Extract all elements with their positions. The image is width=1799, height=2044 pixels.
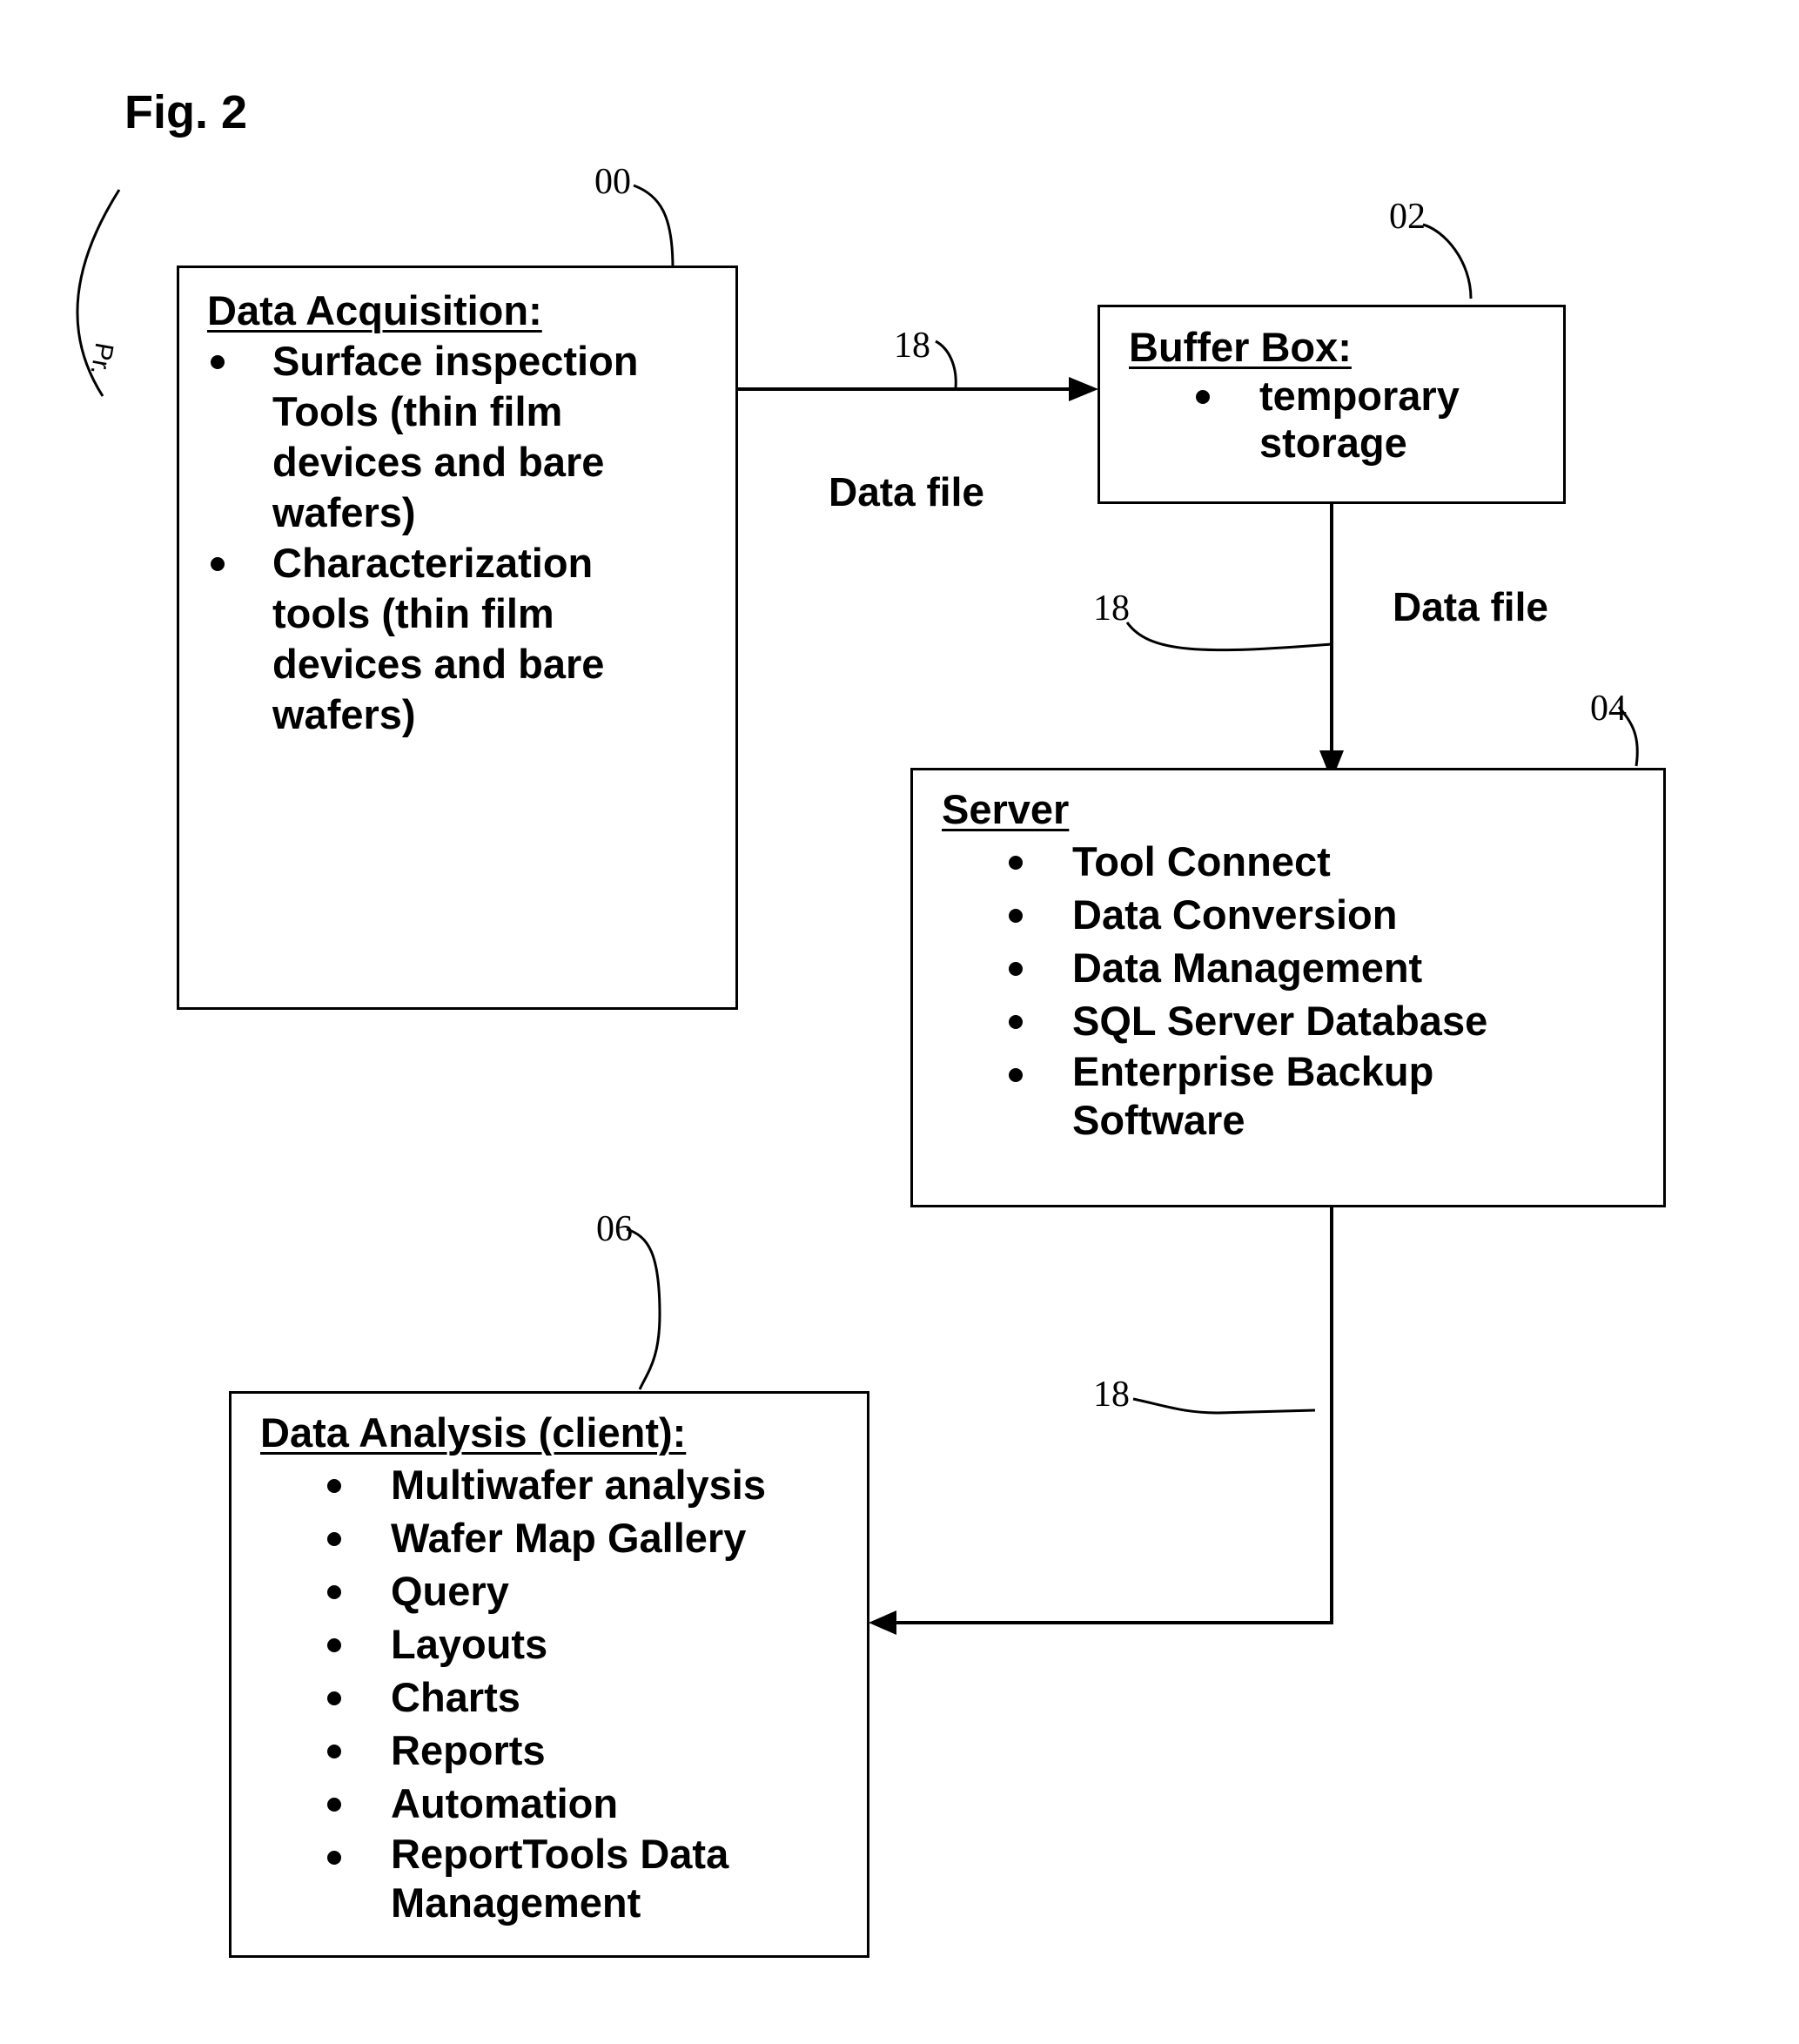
bullet-icon [327, 1585, 341, 1599]
ref-numeral-18-a: 18 [894, 326, 930, 366]
list-item: Query [260, 1564, 867, 1617]
flow-label-acq-buffer: Data file [829, 469, 984, 514]
box-title: Data Acquisition: [207, 287, 542, 333]
bullet-icon [327, 1798, 341, 1812]
list-item: temporary storage [1129, 373, 1460, 467]
server-box: Server Tool Connect Data Conversion Data… [910, 768, 1666, 1207]
list-item: Data Conversion [942, 888, 1663, 941]
list-item: Layouts [260, 1617, 867, 1671]
ref-numeral-06: 06 [596, 1209, 633, 1249]
data-acquisition-box: Data Acquisition: Surface inspection Too… [177, 266, 738, 1010]
ref-numeral-18-b: 18 [1093, 588, 1130, 629]
list-item: SQL Server Database [942, 994, 1663, 1047]
bullet-icon [1009, 1015, 1023, 1029]
item-list: Multiwafer analysis Wafer Map Gallery Qu… [260, 1458, 867, 1927]
bullet-icon [327, 1851, 341, 1865]
list-item: Charts [260, 1671, 867, 1724]
box-title: Server [942, 786, 1070, 832]
list-item: Wafer Map Gallery [260, 1511, 867, 1564]
leader-00 [633, 184, 675, 269]
bullet-icon [327, 1479, 341, 1493]
box-title: Buffer Box: [1129, 324, 1352, 370]
ref-numeral-00: 00 [594, 162, 631, 202]
leader-18-b [1125, 622, 1332, 652]
flow-label-buffer-server: Data file [1393, 584, 1548, 629]
list-item: Tool Connect [942, 835, 1663, 888]
list-item: Characterization tools (thin film device… [207, 538, 681, 740]
bullet-icon [1009, 962, 1023, 976]
list-item: Enterprise Backup Software [942, 1047, 1490, 1145]
data-analysis-box: Data Analysis (client): Multiwafer analy… [229, 1391, 869, 1958]
bullet-icon [1009, 909, 1023, 923]
bullet-icon [327, 1745, 341, 1758]
ref-numeral-02: 02 [1389, 197, 1426, 237]
bullet-icon [327, 1532, 341, 1546]
leader-02 [1422, 223, 1473, 299]
arrow-acq-to-buffer [738, 377, 1098, 401]
item-list: Tool Connect Data Conversion Data Manage… [942, 835, 1663, 1145]
buffer-box: Buffer Box: temporary storage [1098, 305, 1566, 504]
list-item: ReportTools Data Management [260, 1830, 791, 1927]
arrow-server-to-analysis [869, 1207, 1333, 1635]
bullet-icon [1009, 1068, 1023, 1082]
leader-18-c [1132, 1397, 1316, 1415]
ref-numeral-04: 04 [1590, 689, 1627, 729]
arrow-buffer-to-server [1319, 487, 1344, 781]
leader-06 [626, 1227, 661, 1390]
box-title: Data Analysis (client): [260, 1409, 687, 1456]
leader-18-a [935, 340, 957, 389]
figure-title: Fig. 2 [124, 86, 248, 138]
list-item: Surface inspection Tools (thin film devi… [207, 336, 681, 538]
bullet-icon [327, 1691, 341, 1705]
ref-numeral-18-c: 18 [1093, 1375, 1130, 1415]
margin-note: Pr. [84, 340, 119, 378]
list-item: Multiwafer analysis [260, 1458, 867, 1511]
bullet-icon [1009, 856, 1023, 870]
bullet-icon [211, 557, 225, 571]
list-item: Reports [260, 1724, 867, 1777]
bullet-icon [327, 1638, 341, 1652]
bullet-icon [1196, 390, 1210, 404]
bullet-icon [211, 355, 225, 369]
list-item: Automation [260, 1777, 867, 1830]
item-list: temporary storage [1129, 373, 1563, 467]
list-item: Data Management [942, 941, 1663, 994]
item-list: Surface inspection Tools (thin film devi… [207, 336, 735, 740]
